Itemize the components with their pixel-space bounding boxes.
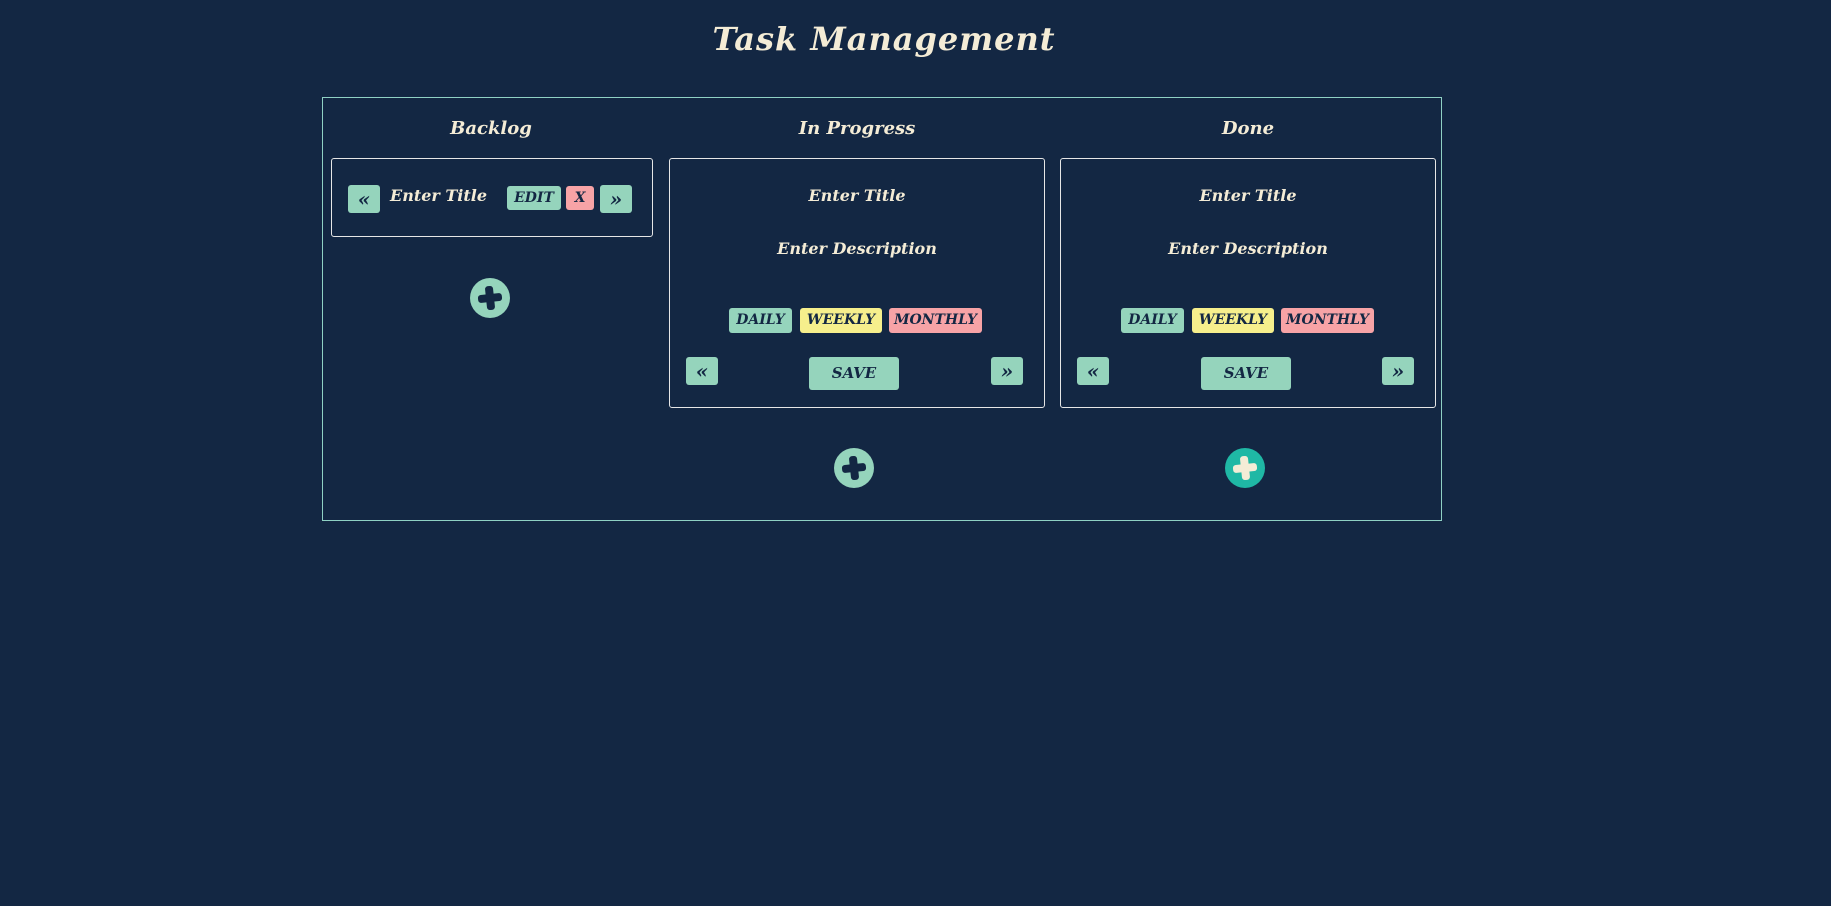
tag-monthly[interactable]: MONTHLY (1281, 308, 1374, 333)
card-title[interactable]: Enter Title (390, 186, 487, 205)
tag-weekly[interactable]: WEEKLY (1192, 308, 1274, 333)
add-task-button-backlog[interactable] (470, 278, 510, 318)
backlog-card: « Enter Title EDIT X » (331, 158, 653, 237)
edit-button[interactable]: EDIT (507, 186, 561, 210)
kanban-board: Backlog « Enter Title EDIT X » In Progre… (322, 97, 1442, 521)
column-title-done: Done (1221, 118, 1275, 139)
add-task-button-done[interactable] (1225, 448, 1265, 488)
column-title-in-progress: In Progress (798, 118, 916, 139)
save-button[interactable]: SAVE (809, 357, 899, 390)
move-right-button[interactable]: » (600, 185, 632, 213)
tag-daily[interactable]: DAILY (1121, 308, 1184, 333)
card-description[interactable]: Enter Description (670, 239, 1044, 258)
done-card: Enter Title Enter Description DAILY WEEK… (1060, 158, 1436, 408)
move-left-button[interactable]: « (348, 185, 380, 213)
tag-weekly[interactable]: WEEKLY (800, 308, 882, 333)
card-title[interactable]: Enter Title (1061, 186, 1435, 205)
tag-monthly[interactable]: MONTHLY (889, 308, 982, 333)
move-left-button[interactable]: « (686, 357, 718, 385)
column-title-backlog: Backlog (450, 118, 532, 139)
tag-daily[interactable]: DAILY (729, 308, 792, 333)
delete-button[interactable]: X (566, 186, 594, 210)
save-button[interactable]: SAVE (1201, 357, 1291, 390)
move-right-button[interactable]: » (1382, 357, 1414, 385)
add-task-button-in-progress[interactable] (834, 448, 874, 488)
card-title[interactable]: Enter Title (670, 186, 1044, 205)
page-title: Task Management (712, 20, 1056, 58)
in-progress-card: Enter Title Enter Description DAILY WEEK… (669, 158, 1045, 408)
move-left-button[interactable]: « (1077, 357, 1109, 385)
move-right-button[interactable]: » (991, 357, 1023, 385)
card-description[interactable]: Enter Description (1061, 239, 1435, 258)
